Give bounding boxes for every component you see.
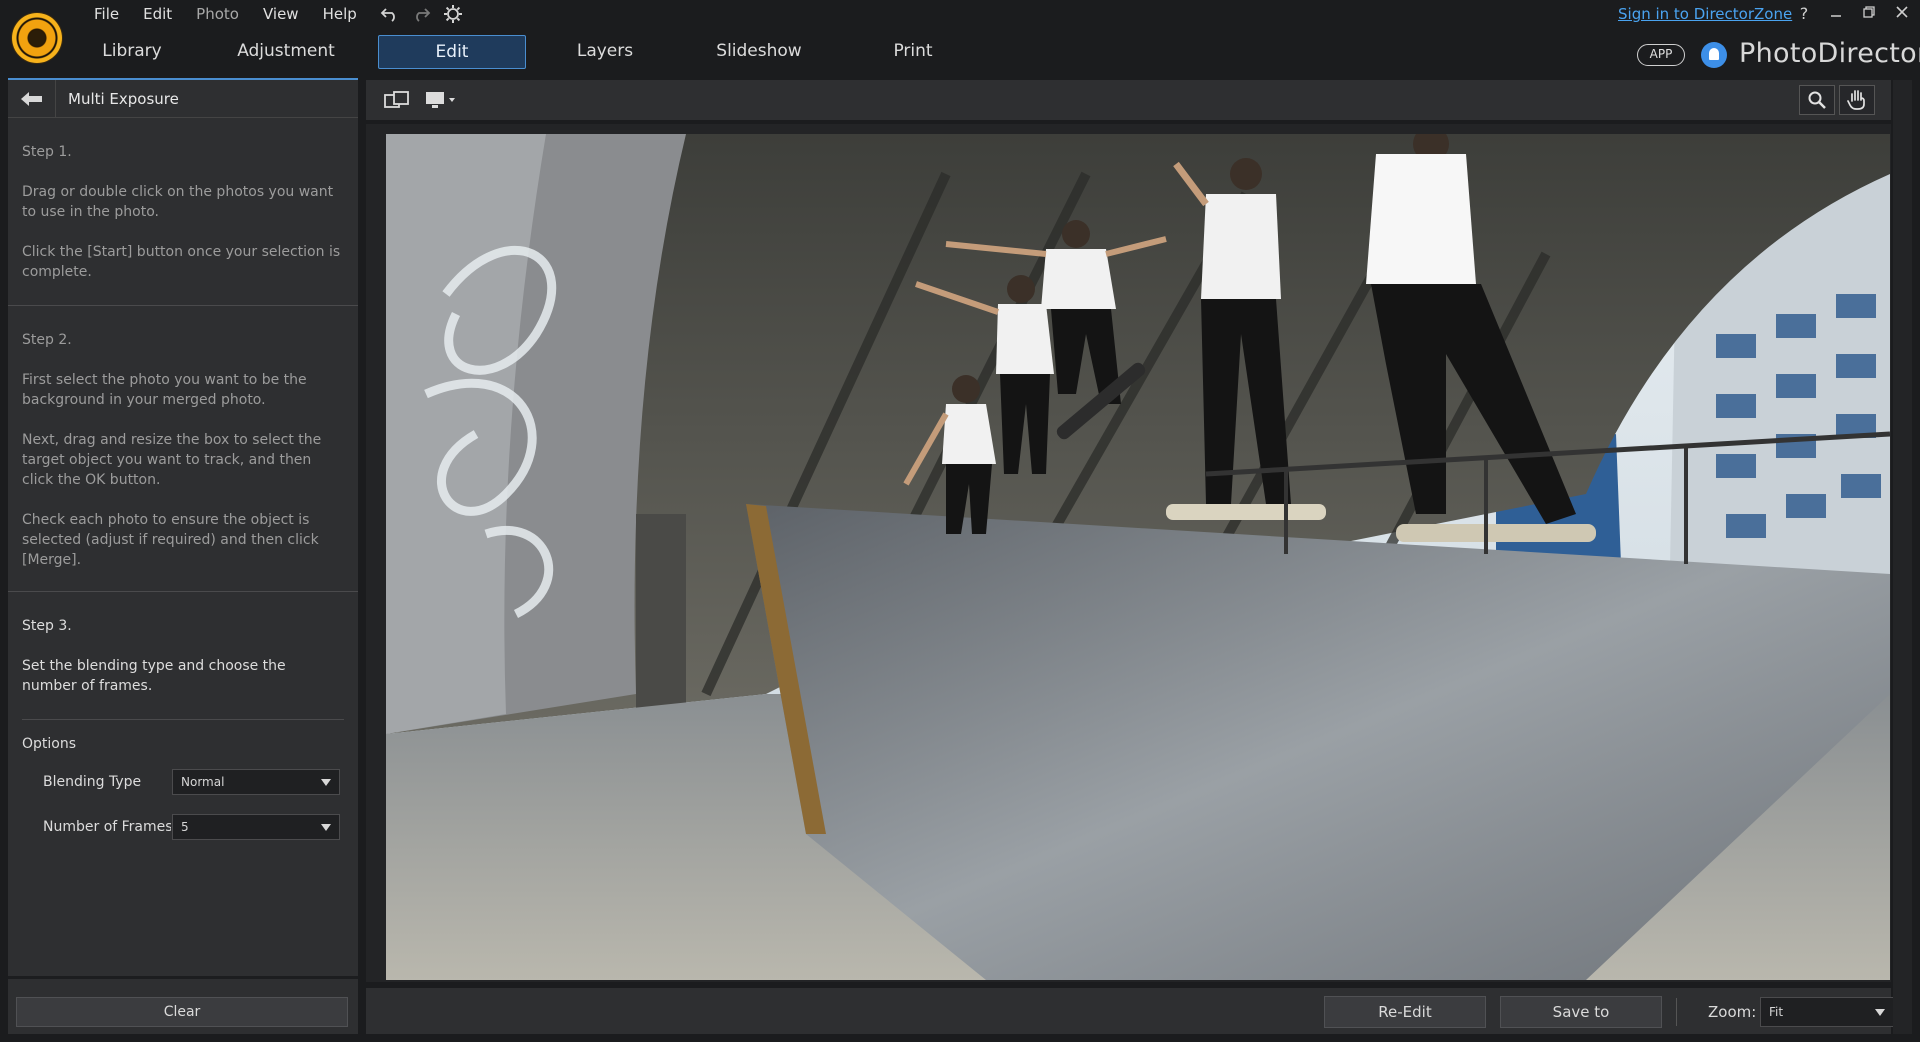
tab-slideshow[interactable]: Slideshow (685, 35, 833, 69)
menu-view[interactable]: View (251, 3, 311, 25)
chevron-down-icon (321, 779, 331, 786)
gear-icon[interactable] (441, 3, 465, 25)
step2-text1: First select the photo you want to be th… (22, 372, 307, 408)
blending-type-select[interactable]: Normal (172, 769, 340, 795)
zoom-value: Fit (1769, 1005, 1784, 1019)
brand-name: PhotoDirector (1739, 38, 1920, 69)
monitor-icon[interactable] (422, 87, 460, 113)
menu-bar: File Edit Photo View Help (82, 3, 369, 25)
step2-text2: Next, drag and resize the box to select … (22, 432, 322, 488)
signin-link[interactable]: Sign in to DirectorZone (1618, 5, 1792, 23)
menu-edit[interactable]: Edit (131, 3, 184, 25)
panel-title: Multi Exposure (68, 90, 179, 108)
notification-bell-icon[interactable] (1701, 42, 1727, 68)
step3-title: Step 3. (22, 618, 72, 634)
photodirector-window: File Edit Photo View Help Library Adjust… (0, 0, 1920, 1042)
minimize-icon[interactable] (1825, 4, 1847, 23)
bottom-toolbar: Re-Edit Save to Zoom: Fit (366, 988, 1894, 1034)
divider (8, 591, 358, 592)
chevron-down-icon (1875, 1009, 1885, 1016)
back-arrow-icon[interactable] (8, 80, 56, 117)
tab-layers[interactable]: Layers (531, 35, 679, 69)
chevron-down-icon (321, 824, 331, 831)
step1-text1: Drag or double click on the photos you w… (22, 184, 334, 220)
save-to-button[interactable]: Save to (1500, 996, 1662, 1028)
compare-view-icon[interactable] (382, 87, 412, 113)
tab-edit[interactable]: Edit (378, 35, 526, 69)
number-of-frames-label: Number of Frames (43, 819, 171, 835)
options-title: Options (22, 736, 77, 752)
app-badge[interactable]: APP (1637, 44, 1685, 66)
step2-text3: Check each photo to ensure the object is… (22, 512, 319, 568)
divider (22, 719, 344, 720)
title-bar: File Edit Photo View Help Library Adjust… (0, 0, 1920, 78)
panel-header: Multi Exposure (8, 80, 358, 118)
multi-exposure-photo[interactable] (386, 134, 1890, 980)
divider (8, 305, 358, 306)
app-logo (12, 13, 62, 63)
zoom-label: Zoom: (1708, 1003, 1757, 1021)
menu-photo[interactable]: Photo (184, 3, 251, 25)
help-icon[interactable]: ? (1793, 4, 1815, 23)
redo-icon[interactable] (409, 3, 433, 25)
magnifier-icon[interactable] (1799, 85, 1835, 115)
step3-text: Set the blending type and choose the num… (22, 658, 286, 694)
step1-title: Step 1. (22, 144, 72, 160)
close-icon[interactable] (1891, 4, 1913, 23)
view-toolbar (366, 80, 1891, 120)
divider (8, 976, 358, 979)
hand-icon[interactable] (1839, 85, 1875, 115)
tab-library[interactable]: Library (58, 35, 206, 69)
tab-adjustment[interactable]: Adjustment (212, 35, 360, 69)
tab-print[interactable]: Print (839, 35, 987, 69)
photo-canvas[interactable] (366, 124, 1891, 982)
divider (1676, 998, 1677, 1026)
multi-exposure-panel: Multi Exposure Step 1. Drag or double cl… (8, 78, 358, 1034)
menu-file[interactable]: File (82, 3, 131, 25)
zoom-select[interactable]: Fit (1760, 997, 1894, 1027)
blending-type-label: Blending Type (43, 774, 142, 790)
menu-help[interactable]: Help (311, 3, 369, 25)
right-edge-strip (1893, 80, 1912, 1034)
restore-icon[interactable] (1858, 4, 1880, 23)
blending-type-value: Normal (181, 775, 225, 789)
number-of-frames-select[interactable]: 5 (172, 814, 340, 840)
undo-icon[interactable] (378, 3, 402, 25)
re-edit-button[interactable]: Re-Edit (1324, 996, 1486, 1028)
step1-text2: Click the [Start] button once your selec… (22, 244, 341, 280)
number-of-frames-value: 5 (181, 820, 189, 834)
clear-button[interactable]: Clear (16, 997, 348, 1027)
step2-title: Step 2. (22, 332, 72, 348)
